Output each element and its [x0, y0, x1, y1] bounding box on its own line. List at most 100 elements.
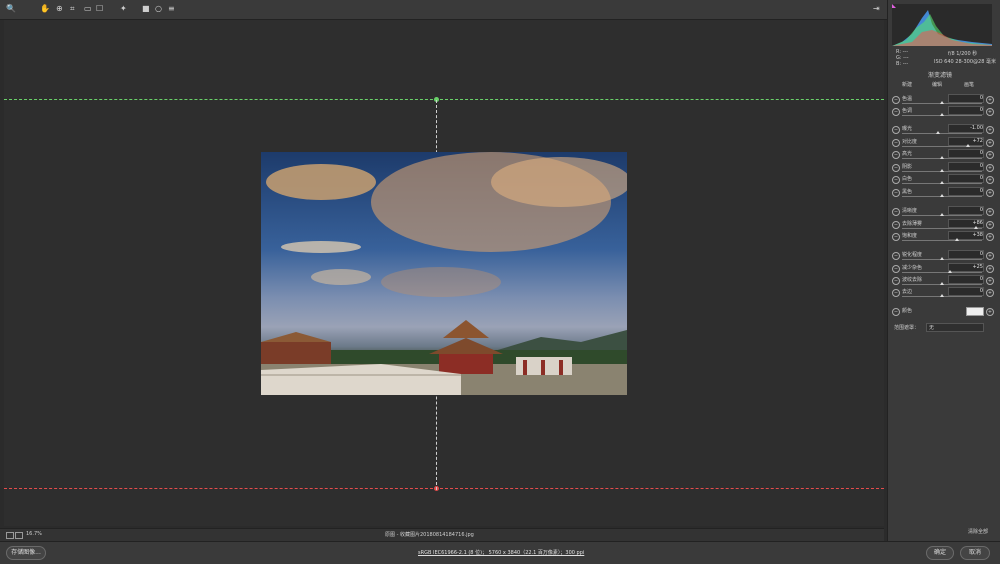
export-icon[interactable]: ⇥	[873, 5, 880, 13]
view-toggle-icon[interactable]	[6, 532, 14, 539]
slider-thumb[interactable]	[940, 113, 944, 116]
plus-icon[interactable]: +	[986, 265, 994, 273]
minus-icon[interactable]: −	[892, 289, 900, 297]
slider-thumb[interactable]	[940, 257, 944, 260]
slider-thumb[interactable]	[940, 181, 944, 184]
color-swatch[interactable]	[966, 307, 984, 316]
slider-value[interactable]: +86	[948, 219, 984, 228]
eyedropper-icon[interactable]: ⊕	[56, 5, 63, 13]
minus-icon[interactable]: −	[892, 265, 900, 273]
slider-value[interactable]: 0	[948, 275, 984, 284]
slider-value[interactable]: 0	[948, 206, 984, 215]
minus-icon[interactable]: −	[892, 176, 900, 184]
plus-icon[interactable]: +	[986, 164, 994, 172]
plus-icon[interactable]: +	[986, 139, 994, 147]
photo-preview[interactable]	[261, 152, 627, 395]
clear-all-button[interactable]: 清除全部	[968, 528, 988, 535]
minus-icon[interactable]: −	[892, 221, 900, 229]
slider-thumb[interactable]	[940, 282, 944, 285]
minus-icon[interactable]: −	[892, 96, 900, 104]
gradient-start-guide[interactable]	[4, 99, 884, 100]
slider-track[interactable]	[902, 133, 982, 134]
slider-row: − 白色 0 +	[888, 174, 1000, 186]
plus-icon[interactable]: +	[986, 277, 994, 285]
slider-thumb[interactable]	[948, 270, 952, 273]
plus-icon[interactable]: +	[986, 233, 994, 241]
slider-value[interactable]: 0	[948, 174, 984, 183]
slider-track[interactable]	[902, 272, 982, 273]
minus-icon[interactable]: −	[892, 189, 900, 197]
heal-icon[interactable]: ✦	[120, 5, 127, 13]
plus-icon[interactable]: +	[986, 176, 994, 184]
plus-icon[interactable]: +	[986, 151, 994, 159]
slider-value[interactable]: -1.00	[948, 124, 984, 133]
zoom-icon[interactable]: 🔍	[6, 5, 16, 13]
slider-value[interactable]: 0	[948, 250, 984, 259]
minus-icon[interactable]: −	[892, 233, 900, 241]
slider-label: 黑色	[902, 189, 913, 195]
slider-thumb[interactable]	[940, 294, 944, 297]
slider-thumb[interactable]	[940, 169, 944, 172]
plus-icon[interactable]: +	[986, 96, 994, 104]
slider-thumb[interactable]	[940, 156, 944, 159]
slider-thumb[interactable]	[965, 144, 970, 147]
slider-track[interactable]	[902, 146, 982, 147]
slider-thumb[interactable]	[955, 238, 960, 241]
b-readout: B: ---	[896, 61, 909, 67]
brush-icon[interactable]: ■	[142, 5, 150, 13]
hand-icon[interactable]: ✋	[40, 5, 50, 13]
slider-value[interactable]: 0	[948, 94, 984, 103]
plus-icon[interactable]: +	[986, 289, 994, 297]
slider-thumb[interactable]	[936, 131, 940, 134]
gradient-end-guide[interactable]	[4, 488, 884, 489]
save-image-button[interactable]: 存储图像...	[6, 546, 46, 560]
minus-icon[interactable]: −	[892, 308, 900, 316]
image-canvas[interactable]	[4, 20, 884, 526]
mode-edit[interactable]: 编辑	[932, 81, 942, 88]
minus-icon[interactable]: −	[892, 126, 900, 134]
range-mask-select[interactable]: 无	[926, 323, 984, 332]
minus-icon[interactable]: −	[892, 277, 900, 285]
plus-icon[interactable]: +	[986, 189, 994, 197]
crop-icon[interactable]: ⌗	[70, 5, 75, 13]
plus-icon[interactable]: +	[986, 221, 994, 229]
mode-brush[interactable]: 画笔	[964, 81, 974, 88]
zoom-level[interactable]: 16.7%	[26, 531, 42, 537]
ok-button[interactable]: 确定	[926, 546, 954, 560]
minus-icon[interactable]: −	[892, 139, 900, 147]
plus-icon[interactable]: +	[986, 252, 994, 260]
mode-new[interactable]: 新建	[902, 81, 912, 88]
slider-track[interactable]	[902, 240, 982, 241]
workflow-options-link[interactable]: sRGB IEC61966-2.1 (8 位)； 5760 x 3840（22.…	[418, 549, 584, 556]
slider-thumb[interactable]	[974, 226, 979, 229]
slider-value[interactable]: 0	[948, 187, 984, 196]
plus-icon[interactable]: +	[986, 108, 994, 116]
plus-icon[interactable]: +	[986, 308, 994, 316]
photo-scene	[261, 152, 627, 395]
list-icon[interactable]: ≡	[168, 5, 175, 13]
plus-icon[interactable]: +	[986, 208, 994, 216]
minus-icon[interactable]: −	[892, 108, 900, 116]
cancel-button[interactable]: 取消	[960, 546, 990, 560]
slider-value[interactable]: 0	[948, 106, 984, 115]
slider-track[interactable]	[902, 228, 982, 229]
plus-icon[interactable]: +	[986, 126, 994, 134]
slider-thumb[interactable]	[940, 194, 944, 197]
slider-value[interactable]: 0	[948, 162, 984, 171]
compare-icon[interactable]	[15, 532, 23, 539]
slider-thumb[interactable]	[940, 213, 944, 216]
minus-icon[interactable]: −	[892, 208, 900, 216]
slider-value[interactable]: +38	[948, 231, 984, 240]
minus-icon[interactable]: −	[892, 164, 900, 172]
slider-value[interactable]: 0	[948, 149, 984, 158]
radial-icon[interactable]: ○	[155, 5, 162, 13]
slider-value[interactable]: +25	[948, 263, 984, 272]
minus-icon[interactable]: −	[892, 151, 900, 159]
transform-icon[interactable]: ☐	[96, 5, 103, 13]
minus-icon[interactable]: −	[892, 252, 900, 260]
straighten-icon[interactable]: ▭	[84, 5, 92, 13]
slider-thumb[interactable]	[940, 101, 944, 104]
top-toolbar: 🔍 ✋ ⊕ ⌗ ▭ ☐ ✦ ■ ○ ≡ ⇥	[0, 0, 1000, 20]
bottom-bar: 存储图像... sRGB IEC61966-2.1 (8 位)； 5760 x …	[0, 541, 1000, 564]
slider-value[interactable]: 0	[948, 287, 984, 296]
